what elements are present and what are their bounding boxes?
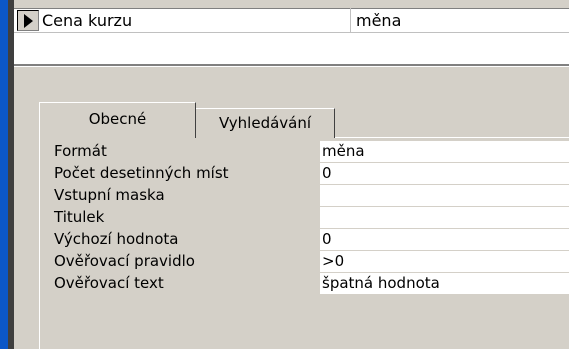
data-type-cell[interactable]: měna — [356, 11, 401, 30]
property-row-validation-text: Ověřovací text špatná hodnota — [54, 273, 569, 295]
property-label: Počet desetinných míst — [54, 164, 229, 182]
property-value-input-mask[interactable] — [320, 185, 569, 206]
property-row-caption: Titulek — [54, 207, 569, 229]
property-value-format[interactable]: měna — [320, 141, 569, 162]
property-label: Formát — [54, 142, 107, 160]
property-row-default-value: Výchozí hodnota 0 — [54, 229, 569, 251]
property-label: Ověřovací text — [54, 274, 164, 292]
property-value-validation-text[interactable]: špatná hodnota — [320, 273, 569, 294]
field-grid-empty-area — [14, 33, 569, 65]
tab-vyhledavani[interactable]: Vyhledávání — [196, 108, 335, 138]
property-value-decimal-places[interactable]: 0 — [320, 163, 569, 184]
property-label: Vstupní maska — [54, 186, 165, 204]
column-separator — [350, 8, 351, 33]
property-value-default-value[interactable]: 0 — [320, 229, 569, 250]
property-label: Ověřovací pravidlo — [54, 252, 195, 270]
splitter[interactable] — [14, 65, 569, 67]
property-row-input-mask: Vstupní maska — [54, 185, 569, 207]
property-row-validation-rule: Ověřovací pravidlo >0 — [54, 251, 569, 273]
property-row-decimal-places: Počet desetinných míst 0 — [54, 163, 569, 185]
row-selector[interactable] — [17, 10, 39, 31]
property-value-caption[interactable] — [320, 207, 569, 228]
current-row-arrow-icon — [24, 14, 33, 28]
property-label: Výchozí hodnota — [54, 230, 179, 248]
tab-obecne[interactable]: Obecné — [39, 102, 196, 138]
property-value-validation-rule[interactable]: >0 — [320, 251, 569, 272]
property-label: Titulek — [54, 208, 105, 226]
field-name-cell[interactable]: Cena kurzu — [42, 11, 132, 30]
property-row-format: Formát měna — [54, 141, 569, 163]
